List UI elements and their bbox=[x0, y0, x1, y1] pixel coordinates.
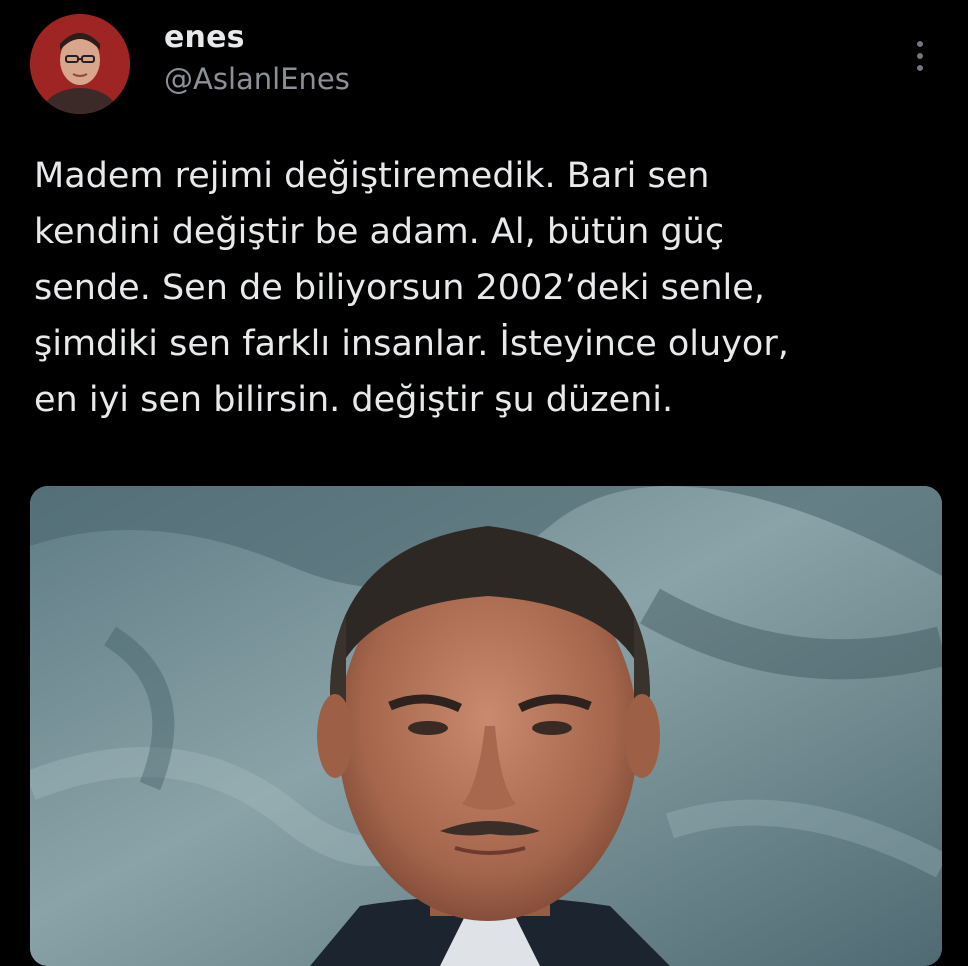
tweet-text: Madem rejimi değiştiremedik. Bari sen ke… bbox=[34, 148, 954, 428]
author-handle[interactable]: @AslanlEnes bbox=[164, 62, 350, 96]
author-avatar[interactable] bbox=[30, 14, 130, 114]
tweet-text-line: en iyi sen bilirsin. değiştir şu düzeni. bbox=[34, 380, 674, 420]
tweet-media-photo[interactable] bbox=[30, 486, 942, 966]
tweet-text-line: Madem rejimi değiştiremedik. Bari sen bbox=[34, 156, 710, 196]
more-vertical-icon-dot bbox=[917, 53, 923, 59]
avatar-photo bbox=[30, 14, 130, 114]
tweet-text-line: sende. Sen de biliyorsun 2002’deki senle… bbox=[34, 268, 765, 308]
author-display-name[interactable]: enes bbox=[164, 20, 245, 55]
media-photo-image bbox=[30, 486, 942, 966]
tweet: enes @AslanlEnes Madem rejimi değiştirem… bbox=[0, 0, 968, 966]
tweet-text-line: şimdiki sen farklı insanlar. İsteyince o… bbox=[34, 324, 789, 364]
more-vertical-icon-dot bbox=[917, 65, 923, 71]
more-options-button[interactable] bbox=[904, 38, 936, 74]
tweet-text-line: kendini değiştir be adam. Al, bütün güç bbox=[34, 212, 725, 252]
more-vertical-icon bbox=[917, 41, 923, 47]
